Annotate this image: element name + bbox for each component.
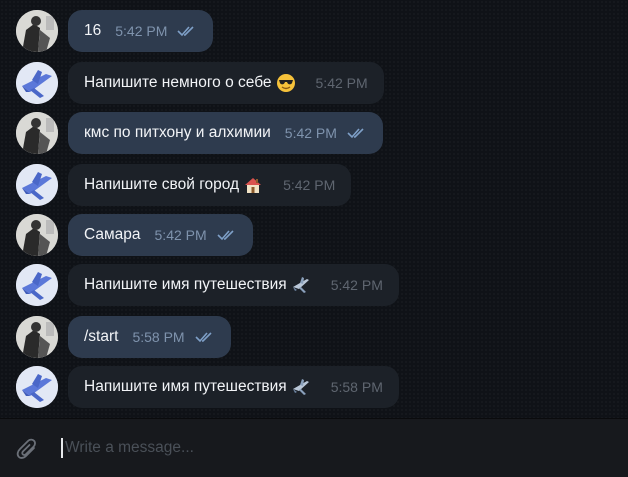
incoming-message-bubble[interactable]: Напишите свой город 5:42 PM (68, 164, 352, 206)
message-time: 5:42 PM (115, 23, 168, 39)
message-text: Напишите свой город (84, 176, 240, 193)
message-time: 5:42 PM (284, 125, 337, 141)
message-text: 16 (84, 22, 102, 39)
message-time: 5:42 PM (330, 277, 383, 293)
outgoing-message-bubble[interactable]: кмс по питхону и алхимии 5:42 PM (68, 112, 383, 154)
user-avatar[interactable] (16, 214, 58, 256)
user-avatar[interactable] (16, 112, 58, 154)
message-time: 5:42 PM (154, 227, 207, 243)
message-row: Напишите имя путешествия 5:42 PM (0, 260, 628, 310)
message-text: /start (84, 328, 119, 345)
outgoing-message-bubble[interactable]: 16 5:42 PM (68, 10, 214, 52)
incoming-message-bubble[interactable]: Напишите имя путешествия 5:42 PM (68, 264, 399, 306)
message-text: Самара (84, 226, 141, 243)
incoming-message-bubble[interactable]: Напишите имя путешествия 5:58 PM (68, 366, 399, 408)
double-check-icon (195, 331, 215, 343)
message-row: Напишите свой город 5:42 PM (0, 160, 628, 210)
bot-avatar[interactable] (16, 62, 58, 104)
message-row: Самара 5:42 PM (0, 210, 628, 260)
bot-avatar[interactable] (16, 366, 58, 408)
outgoing-message-bubble[interactable]: Самара 5:42 PM (68, 214, 253, 256)
message-time: 5:58 PM (330, 379, 383, 395)
bot-avatar[interactable] (16, 264, 58, 306)
double-check-icon (347, 127, 367, 139)
outgoing-message-bubble[interactable]: /start 5:58 PM (68, 316, 231, 358)
bot-avatar[interactable] (16, 164, 58, 206)
message-row: Напишите немного о себе 5:42 PM (0, 58, 628, 108)
message-row: 16 5:42 PM (0, 6, 628, 56)
message-text: кмс по питхону и алхимии (84, 124, 271, 141)
message-time: 5:42 PM (283, 177, 336, 193)
message-row: /start 5:58 PM (0, 312, 628, 362)
message-time: 5:58 PM (132, 329, 185, 345)
paperclip-icon[interactable] (15, 437, 41, 463)
house-emoji (243, 175, 263, 195)
airplane-emoji (291, 275, 311, 295)
sunglasses-emoji (276, 73, 296, 93)
text-cursor (61, 438, 63, 458)
message-text: Напишите имя путешествия (84, 276, 287, 293)
incoming-message-bubble[interactable]: Напишите немного о себе 5:42 PM (68, 62, 384, 104)
chat-history[interactable]: 16 5:42 PM Напишите немного о себе 5:42 … (0, 0, 628, 418)
message-text: Напишите имя путешествия (84, 378, 287, 395)
user-avatar[interactable] (16, 10, 58, 52)
user-avatar[interactable] (16, 316, 58, 358)
message-row: Напишите имя путешествия 5:58 PM (0, 362, 628, 412)
message-text: Напишите немного о себе (84, 74, 272, 91)
double-check-icon (217, 229, 237, 241)
message-input[interactable] (65, 437, 605, 459)
double-check-icon (177, 25, 197, 37)
message-time: 5:42 PM (315, 75, 368, 91)
airplane-emoji (291, 377, 311, 397)
message-row: кмс по питхону и алхимии 5:42 PM (0, 108, 628, 158)
